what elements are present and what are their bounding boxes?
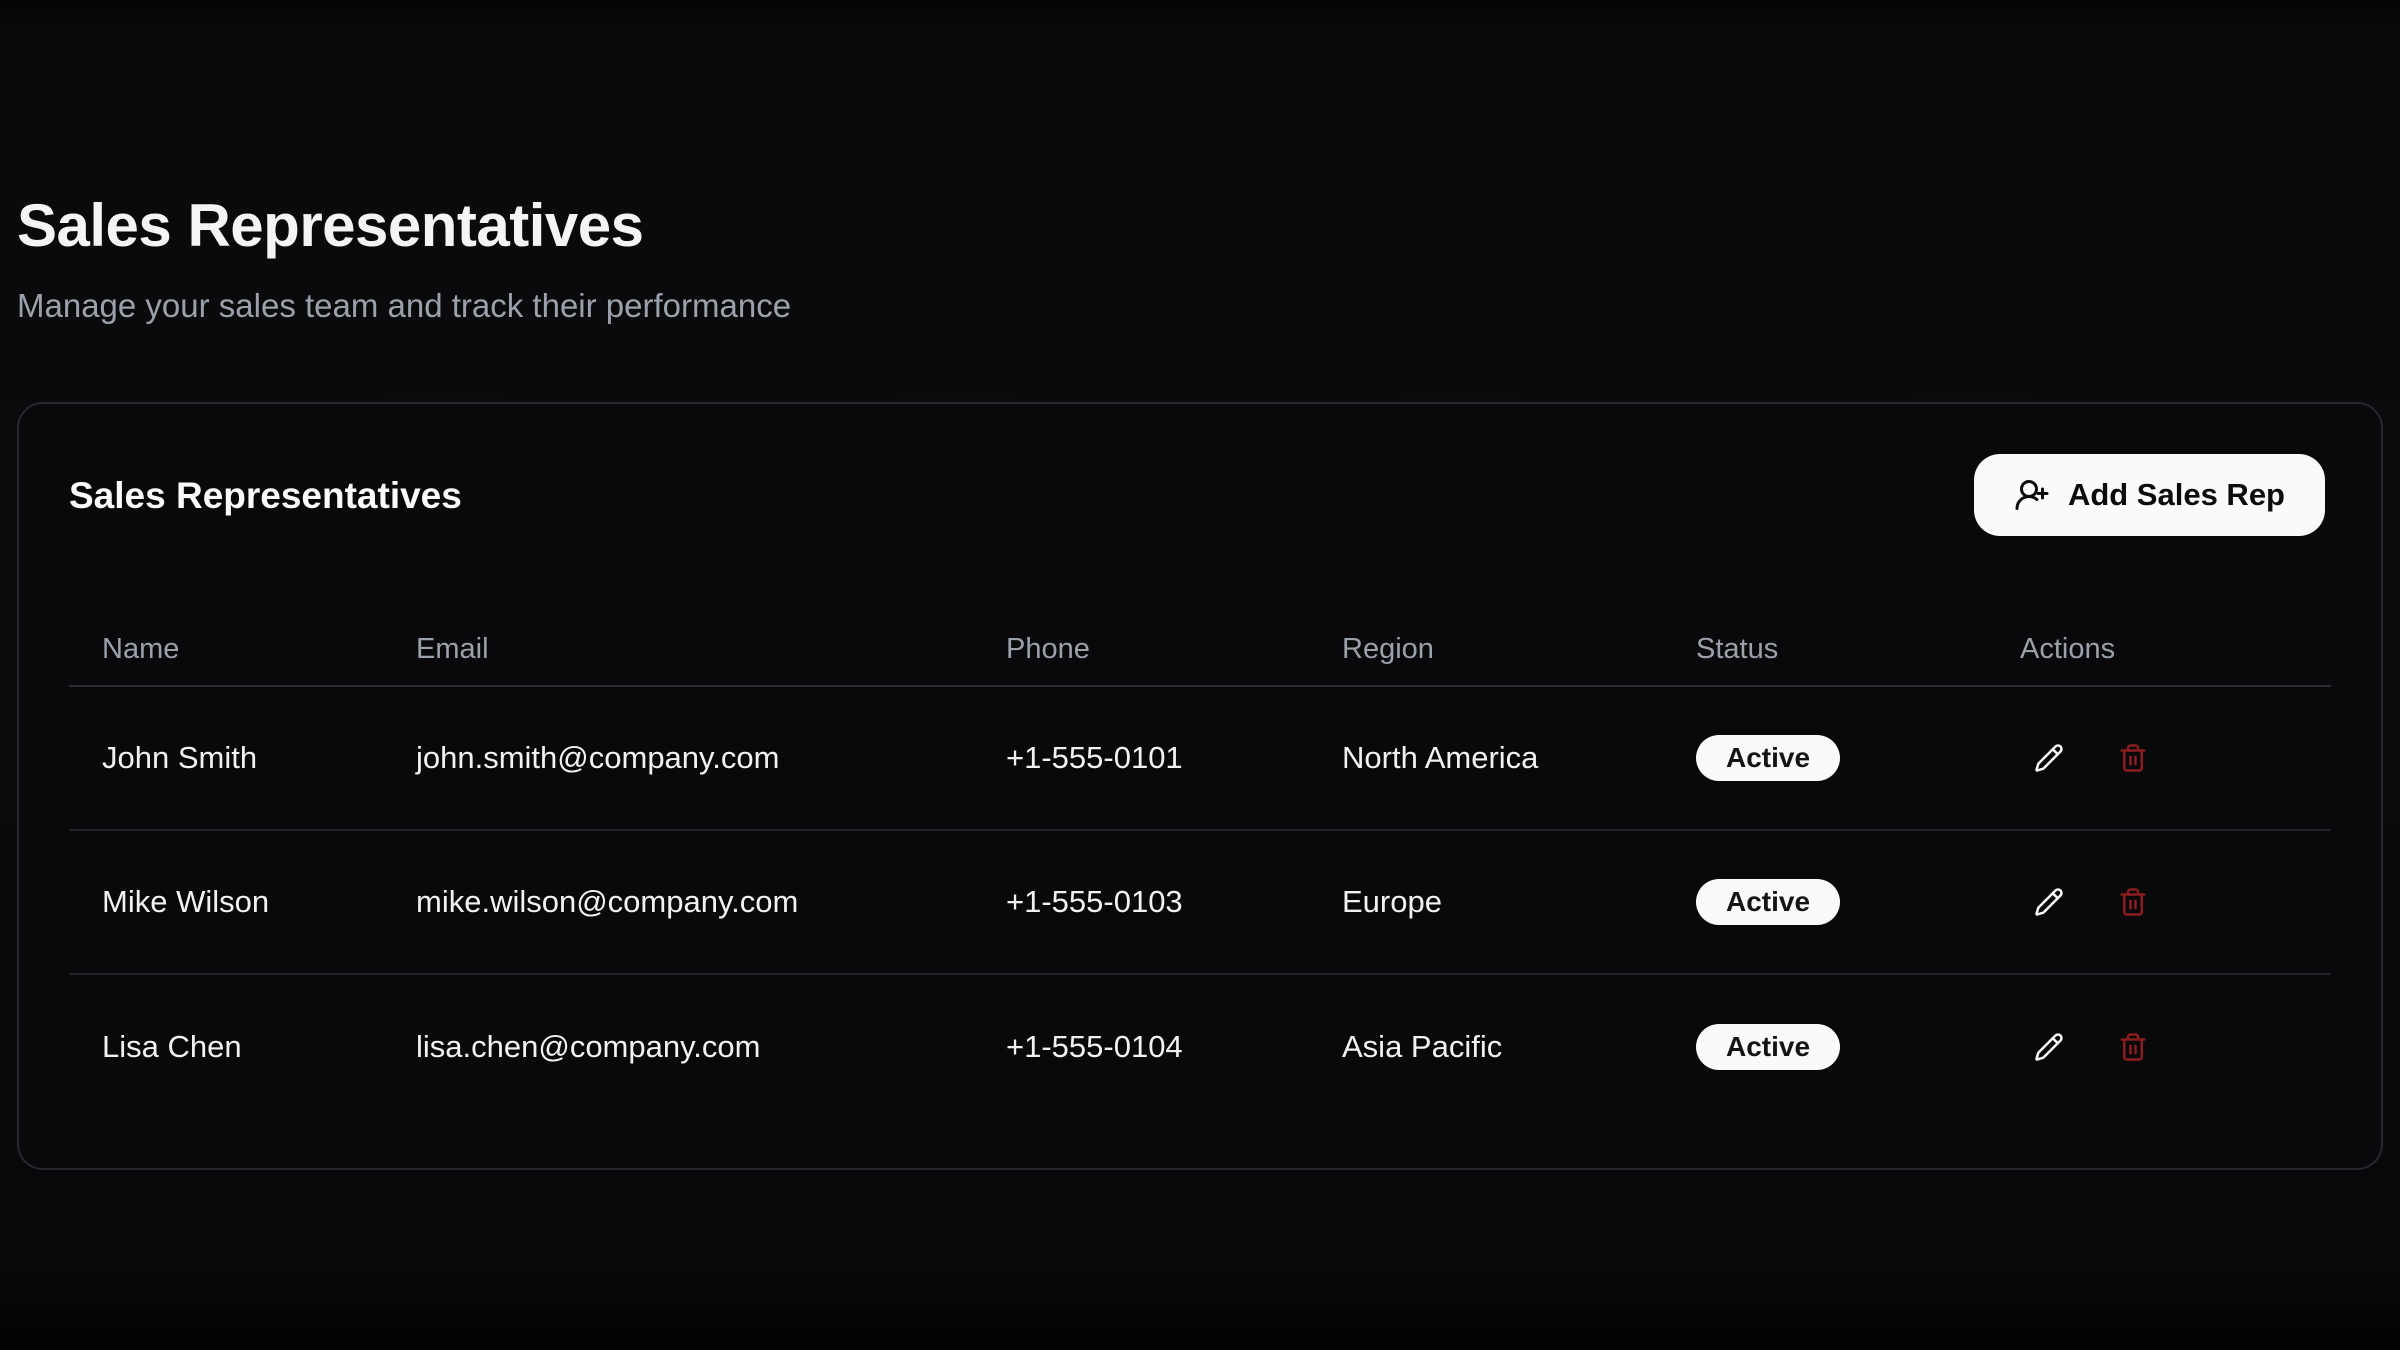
sales-reps-table: Name Email Phone Region Status Actions J… — [69, 614, 2331, 1118]
edit-button[interactable] — [2028, 881, 2070, 923]
cell-name: Lisa Chen — [69, 974, 383, 1118]
user-plus-icon — [2014, 477, 2050, 513]
page-title: Sales Representatives — [17, 190, 2383, 262]
pencil-icon — [2034, 887, 2064, 917]
cell-email: lisa.chen@company.com — [383, 974, 973, 1118]
column-header-actions: Actions — [1987, 614, 2331, 686]
trash-icon — [2118, 886, 2148, 918]
cell-phone: +1-555-0104 — [973, 974, 1309, 1118]
cell-name: Mike Wilson — [69, 830, 383, 974]
cell-actions — [1987, 830, 2331, 974]
trash-icon — [2118, 742, 2148, 774]
screen: Sales Representatives Manage your sales … — [0, 0, 2400, 1350]
table-row: Mike Wilson mike.wilson@company.com +1-5… — [69, 830, 2331, 974]
delete-button[interactable] — [2112, 880, 2154, 924]
page-subtitle: Manage your sales team and track their p… — [17, 284, 2383, 328]
status-badge: Active — [1696, 735, 1840, 781]
add-sales-rep-button[interactable]: Add Sales Rep — [1974, 454, 2325, 536]
cell-status: Active — [1663, 974, 1987, 1118]
column-header-email: Email — [383, 614, 973, 686]
edit-button[interactable] — [2028, 1026, 2070, 1068]
card-header: Sales Representatives Add Sales Rep — [19, 404, 2381, 518]
table-header-row: Name Email Phone Region Status Actions — [69, 614, 2331, 686]
sales-reps-card: Sales Representatives Add Sales Rep — [17, 402, 2383, 1170]
status-badge: Active — [1696, 879, 1840, 925]
main-content: Sales Representatives Manage your sales … — [0, 0, 2400, 1170]
edit-button[interactable] — [2028, 737, 2070, 779]
delete-button[interactable] — [2112, 736, 2154, 780]
cell-status: Active — [1663, 686, 1987, 830]
cell-actions — [1987, 686, 2331, 830]
cell-phone: +1-555-0101 — [973, 686, 1309, 830]
column-header-phone: Phone — [973, 614, 1309, 686]
cell-email: mike.wilson@company.com — [383, 830, 973, 974]
delete-button[interactable] — [2112, 1025, 2154, 1069]
status-badge: Active — [1696, 1024, 1840, 1070]
cell-region: Asia Pacific — [1309, 974, 1663, 1118]
column-header-name: Name — [69, 614, 383, 686]
cell-region: North America — [1309, 686, 1663, 830]
cell-phone: +1-555-0103 — [973, 830, 1309, 974]
table-row: John Smith john.smith@company.com +1-555… — [69, 686, 2331, 830]
trash-icon — [2118, 1031, 2148, 1063]
cell-actions — [1987, 974, 2331, 1118]
table-row: Lisa Chen lisa.chen@company.com +1-555-0… — [69, 974, 2331, 1118]
cell-region: Europe — [1309, 830, 1663, 974]
column-header-region: Region — [1309, 614, 1663, 686]
pencil-icon — [2034, 1032, 2064, 1062]
column-header-status: Status — [1663, 614, 1987, 686]
add-sales-rep-button-label: Add Sales Rep — [2068, 477, 2285, 513]
pencil-icon — [2034, 743, 2064, 773]
cell-status: Active — [1663, 830, 1987, 974]
cell-email: john.smith@company.com — [383, 686, 973, 830]
cell-name: John Smith — [69, 686, 383, 830]
